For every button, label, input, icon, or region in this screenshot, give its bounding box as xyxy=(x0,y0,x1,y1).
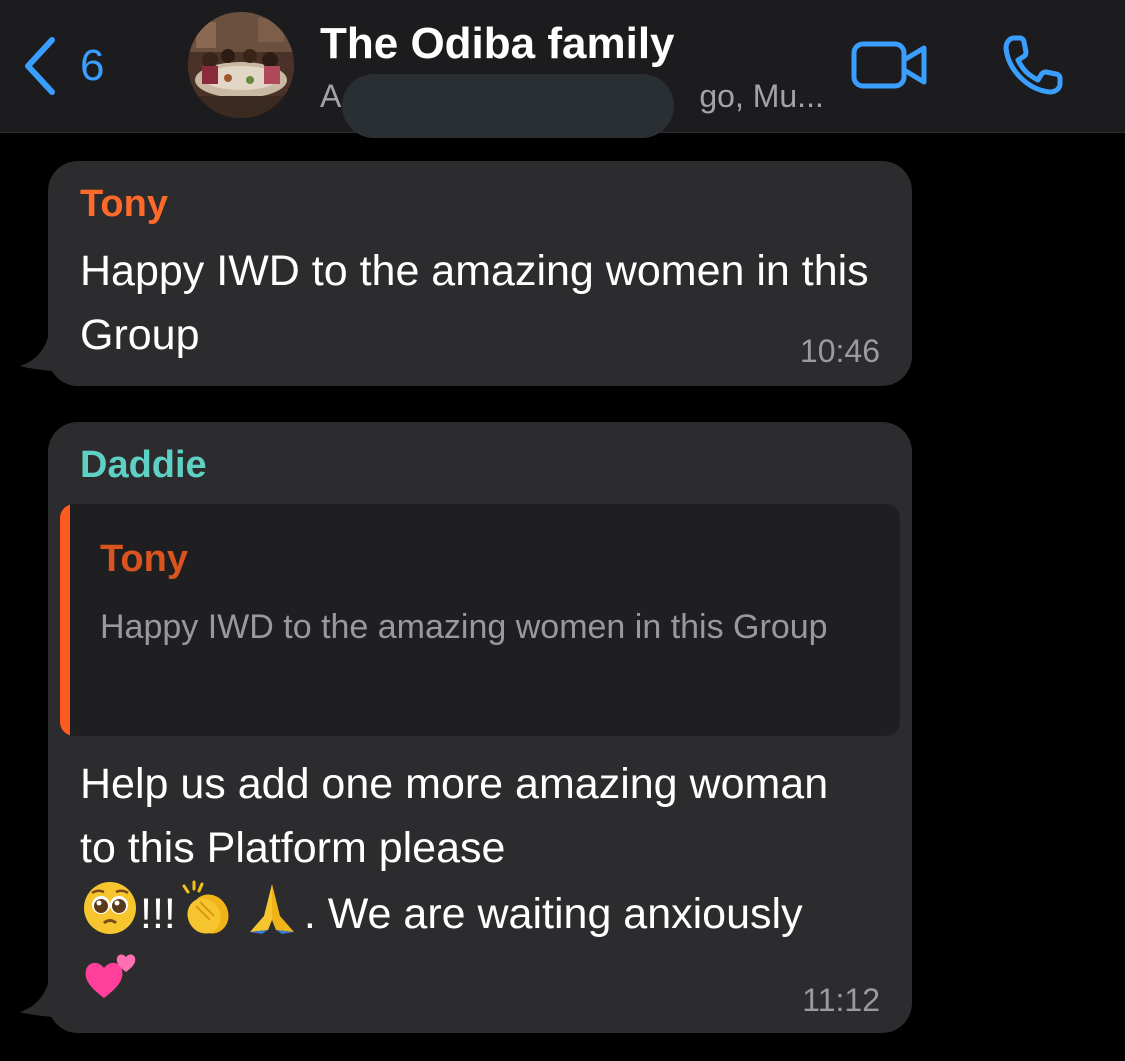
two-hearts-icon xyxy=(85,954,136,998)
message-text-part: . We are waiting anxiously xyxy=(303,890,803,938)
subtitle-start: A xyxy=(320,78,342,114)
phone-icon xyxy=(1003,35,1063,95)
quote-accent-bar xyxy=(60,504,70,736)
subtitle-end: go, Mu... xyxy=(699,78,824,114)
folded-hands-icon xyxy=(249,884,294,934)
back-button[interactable]: 6 xyxy=(22,36,104,96)
message-text-part: Help us add one more amazing woman to th… xyxy=(80,760,829,872)
message-text: Happy IWD to the amazing women in this G… xyxy=(80,247,869,359)
message-time: 10:46 xyxy=(799,333,880,369)
message-bubble[interactable]: Tony Happy IWD to the amazing women in t… xyxy=(48,161,912,386)
video-call-button[interactable] xyxy=(850,38,930,97)
quoted-text: Happy IWD to the amazing women in this G… xyxy=(100,608,828,646)
sender-name[interactable]: Tony xyxy=(80,181,168,227)
voice-call-button[interactable] xyxy=(1000,32,1066,103)
message-text: Help us add one more amazing woman to th… xyxy=(80,752,860,1012)
video-camera-icon xyxy=(851,41,927,89)
quoted-sender: Tony xyxy=(100,538,188,580)
redaction-overlay xyxy=(342,74,674,138)
chat-title[interactable]: The Odiba family xyxy=(320,18,675,70)
group-avatar[interactable] xyxy=(188,12,294,118)
quoted-reply[interactable]: Tony Happy IWD to the amazing women in t… xyxy=(60,504,900,736)
chevron-left-icon xyxy=(25,37,55,95)
chat-header: 6 The Odiba family Ago, Mu... xyxy=(0,0,1125,138)
unread-count: 6 xyxy=(80,41,105,90)
message-text-part: !!! xyxy=(140,890,176,938)
sender-name[interactable]: Daddie xyxy=(80,442,207,488)
clapping-hands-icon xyxy=(182,880,229,934)
pleading-face-icon xyxy=(84,882,136,934)
message-time: 11:12 xyxy=(802,982,880,1018)
message-bubble[interactable]: Daddie Tony Happy IWD to the amazing wom… xyxy=(48,422,912,1033)
